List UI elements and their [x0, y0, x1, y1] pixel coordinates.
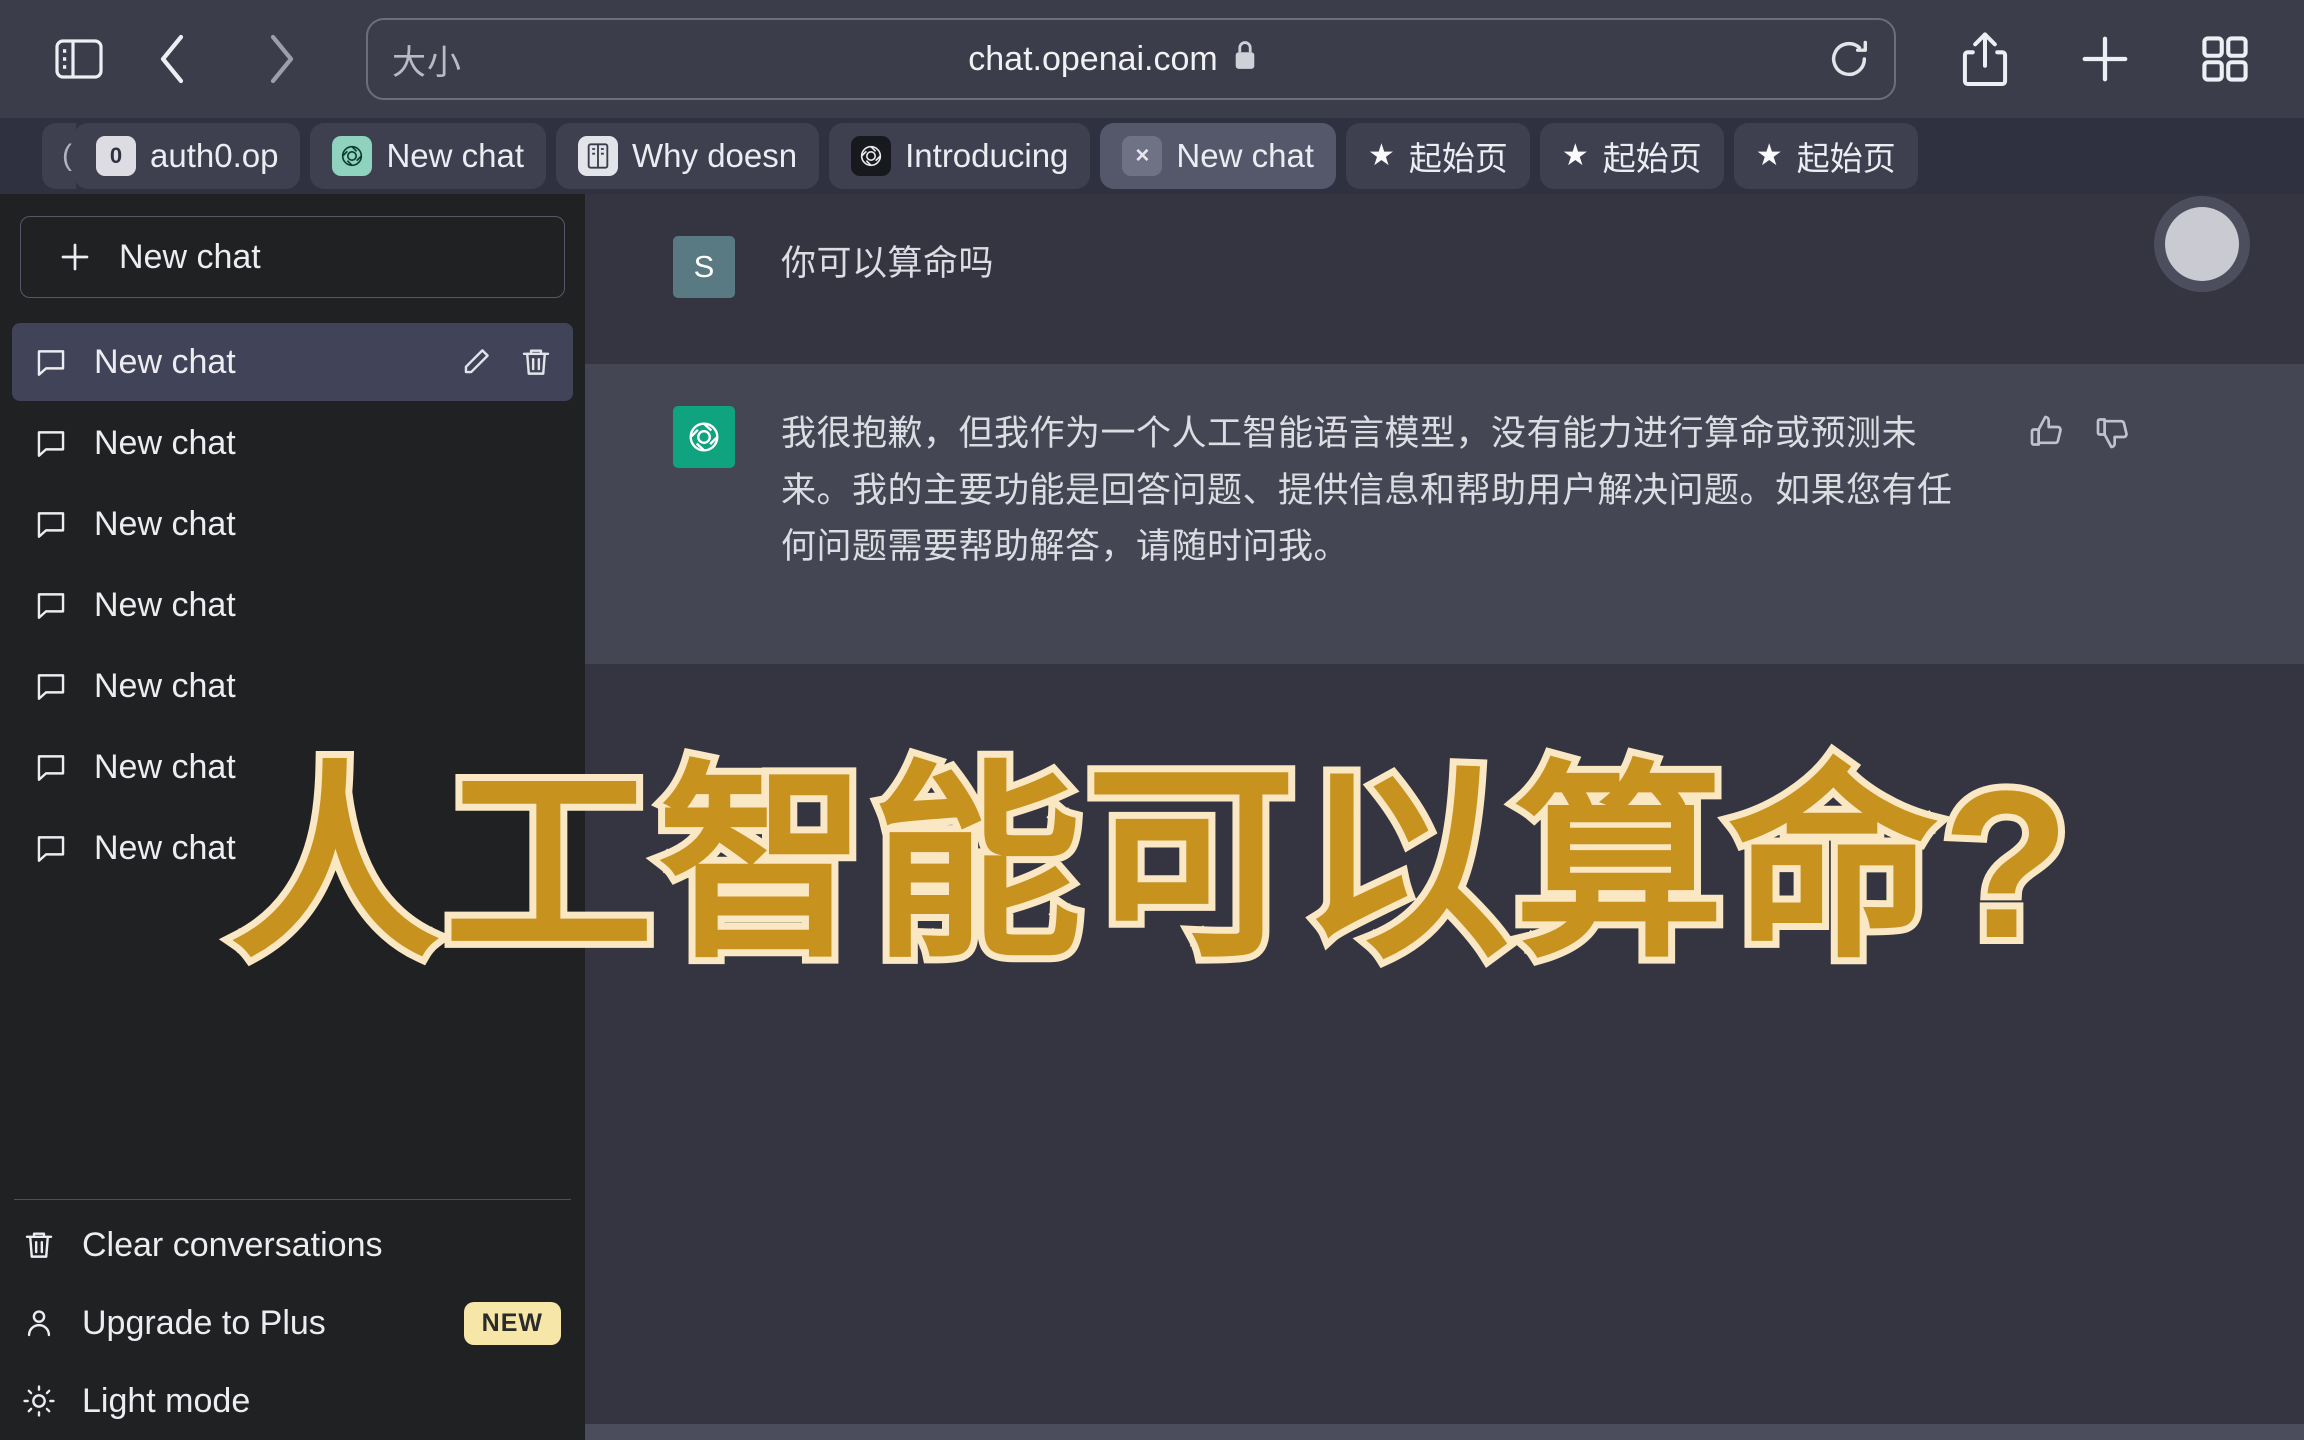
tab-label: 起始页	[1408, 140, 1508, 177]
footer-label: Upgrade to Plus	[82, 1303, 326, 1342]
openai-icon	[332, 136, 373, 176]
footer-label: Clear conversations	[82, 1225, 383, 1264]
pencil-icon[interactable]	[459, 345, 493, 379]
chevron-right-icon[interactable]	[242, 20, 320, 98]
conversation-label: New chat	[94, 423, 236, 462]
message-user: S 你可以算命吗	[585, 194, 2304, 364]
openai-dark-icon	[851, 136, 892, 176]
lock-icon	[1232, 39, 1258, 80]
auth0-icon: 0	[96, 136, 136, 176]
avatar: S	[673, 236, 735, 298]
tab-start-page-2[interactable]: ★ 起始页	[1539, 123, 1724, 189]
address-placeholder-text: 大小	[392, 43, 462, 82]
conversation-item-6[interactable]: New chat	[12, 809, 573, 887]
conversation-actions	[459, 345, 553, 379]
message-feedback-actions	[2027, 406, 2133, 622]
chat-sidebar: New chat New chat New chat New chat New …	[0, 194, 585, 1440]
book-icon	[578, 136, 619, 176]
person-icon	[22, 1306, 56, 1340]
chevron-left-icon[interactable]	[134, 20, 212, 98]
message-icon	[34, 831, 68, 865]
tab-label: Introducing	[905, 137, 1069, 174]
close-x-icon[interactable]: ×	[1122, 136, 1163, 176]
share-icon[interactable]	[1946, 20, 2024, 98]
message-icon	[34, 750, 68, 784]
conversation-item-0[interactable]: New chat	[12, 323, 573, 401]
conversation-label: New chat	[94, 828, 236, 867]
conversation-list: New chat New chat New chat New chat New …	[0, 310, 585, 1199]
toolbar-right-tools	[1946, 20, 2264, 98]
chat-empty-space	[585, 664, 2304, 1440]
address-url-text: chat.openai.com	[968, 39, 1218, 78]
message-icon	[34, 426, 68, 460]
footer-label: Light mode	[82, 1381, 251, 1420]
tab-new-chat-1[interactable]: New chat	[310, 123, 547, 189]
upgrade-to-plus-button[interactable]: Upgrade to Plus NEW	[0, 1284, 585, 1362]
tab-why-doesn[interactable]: Why doesn	[556, 123, 820, 189]
clear-conversations-button[interactable]: Clear conversations	[0, 1206, 585, 1284]
sidebar-panel-icon[interactable]	[40, 20, 118, 98]
tab-new-chat-active[interactable]: × New chat	[1100, 123, 1336, 189]
record-button-inner	[2165, 207, 2239, 281]
tab-label: 起始页	[1796, 140, 1896, 177]
conversation-label: New chat	[94, 504, 236, 543]
tab-label: New chat	[386, 137, 525, 174]
light-mode-button[interactable]: Light mode	[0, 1362, 585, 1440]
message-icon	[34, 588, 68, 622]
tab-label: 起始页	[1602, 140, 1702, 177]
conversation-item-3[interactable]: New chat	[12, 566, 573, 644]
conversation-label: New chat	[94, 747, 236, 786]
browser-toolbar: 大小 chat.openai.com	[0, 0, 2304, 118]
star-icon: ★	[1561, 139, 1589, 172]
address-url-group: chat.openai.com	[968, 39, 1258, 80]
trash-icon	[22, 1228, 56, 1262]
chat-main: S 你可以算命吗 我很抱歉，但我作为一个人工智能语言模型，没有能力进行算命或预测…	[585, 194, 2304, 1440]
openai-logo-icon	[673, 406, 735, 468]
tab-label: auth0.op	[150, 137, 279, 174]
thumbs-down-icon[interactable]	[2093, 412, 2133, 457]
conversation-item-4[interactable]: New chat	[12, 647, 573, 725]
message-text: 我很抱歉，但我作为一个人工智能语言模型，没有能力进行算命或预测未来。我的主要功能…	[781, 414, 1953, 567]
conversation-item-1[interactable]: New chat	[12, 404, 573, 482]
tab-introducing[interactable]: Introducing	[829, 123, 1091, 189]
conversation-item-2[interactable]: New chat	[12, 485, 573, 563]
tab-label: New chat	[1176, 137, 1314, 174]
sidebar-footer: Clear conversations Upgrade to Plus NEW	[0, 1200, 585, 1440]
new-chat-label: New chat	[119, 237, 261, 276]
tab-overflow-left[interactable]: (	[42, 123, 76, 189]
thumbs-up-icon[interactable]	[2027, 412, 2067, 457]
status-badge: NEW	[463, 1301, 561, 1345]
conversation-item-5[interactable]: New chat	[12, 728, 573, 806]
new-chat-button[interactable]: New chat	[20, 216, 565, 298]
star-icon: ★	[1367, 139, 1395, 172]
bottom-edge-strip	[585, 1424, 2304, 1440]
record-button-icon[interactable]	[2154, 196, 2250, 292]
navigation-buttons	[134, 20, 320, 98]
tab-start-page-1[interactable]: ★ 起始页	[1345, 123, 1530, 189]
tab-auth0[interactable]: 0 auth0.op	[74, 123, 301, 189]
message-icon	[34, 669, 68, 703]
tab-label: Why doesn	[632, 137, 798, 174]
message-text: 你可以算命吗	[781, 244, 995, 283]
conversation-label: New chat	[94, 585, 236, 624]
message-icon	[34, 507, 68, 541]
tab-strip: ( 0 auth0.op New chat Why doesn Introduc…	[0, 118, 2304, 194]
plus-icon[interactable]	[2066, 20, 2144, 98]
conversation-label: New chat	[94, 342, 236, 381]
message-assistant: 我很抱歉，但我作为一个人工智能语言模型，没有能力进行算命或预测未来。我的主要功能…	[585, 364, 2304, 664]
conversation-label: New chat	[94, 666, 236, 705]
trash-icon[interactable]	[519, 345, 553, 379]
plus-icon	[57, 239, 93, 275]
address-bar[interactable]: 大小 chat.openai.com	[366, 18, 1896, 100]
tab-start-page-3[interactable]: ★ 起始页	[1733, 123, 1918, 189]
grid-tabs-icon[interactable]	[2186, 20, 2264, 98]
sun-icon	[22, 1384, 56, 1418]
star-icon: ★	[1755, 139, 1783, 172]
reload-icon[interactable]	[1818, 28, 1880, 90]
message-icon	[34, 345, 68, 379]
screen-root: 大小 chat.openai.com (0 auth0.op New chat…	[0, 0, 2304, 1440]
